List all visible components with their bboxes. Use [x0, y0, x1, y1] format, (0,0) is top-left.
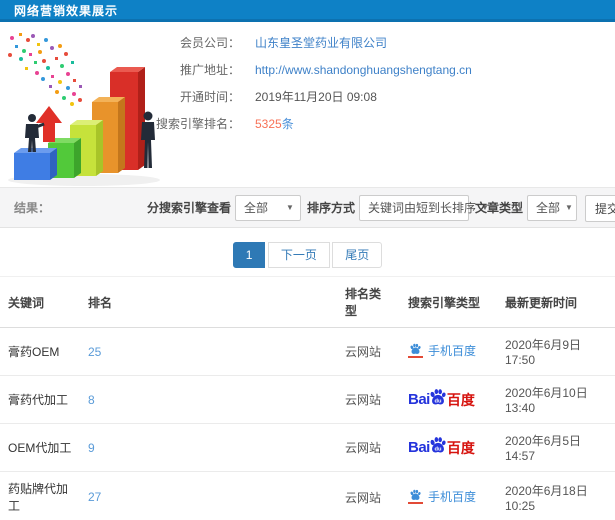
sort-select[interactable]: 关键词由短到长排序 ▼	[358, 194, 489, 221]
header-keyword: 关键词	[0, 276, 80, 328]
last-page-button[interactable]: 尾页	[332, 242, 383, 268]
table-row: 膏药OEM 25 云网站 手机百度 Bai du 百度 2020年6月9日 17	[0, 327, 615, 376]
submit-button[interactable]: 提交	[585, 195, 615, 222]
engine-logo: 手机百度 Bai du 百度	[408, 493, 476, 507]
filter-controls: 分搜索引擎查看 全部 ▼ 排序方式 关键词由短到长排序 ▼ 文章类型 全部 ▼	[145, 194, 577, 221]
updated-cell: 2020年6月10日 13:40	[497, 375, 615, 424]
baidu-cn-text: 百度	[446, 439, 475, 456]
rank-link[interactable]: 25	[88, 345, 101, 359]
engine-rank-row: 搜索引擎排名： 5325条	[148, 115, 615, 133]
rank-type-cell: 云网站	[337, 327, 400, 376]
keyword-cell: 药贴牌代加工	[0, 471, 80, 520]
next-page-button[interactable]: 下一页	[267, 242, 330, 268]
updated-cell: 2020年6月5日 14:57	[497, 423, 615, 472]
rank-cell: 8	[80, 375, 337, 424]
engine-type-cell: 手机百度 Bai du 百度	[400, 471, 497, 520]
member-company-link[interactable]: 山东皇圣堂药业有限公司	[255, 36, 387, 50]
table-row: 膏药代加工 8 云网站 手机百度 Bai du 百度 2020年6月10日 13	[0, 375, 615, 424]
engine-logo: 手机百度 Bai du 百度	[408, 390, 475, 410]
rank-type-cell: 云网站	[337, 423, 400, 472]
chevron-down-icon: ▼	[565, 203, 573, 212]
rank-type-cell: 云网站	[337, 375, 400, 424]
result-label: 结果：	[14, 201, 51, 215]
header-updated: 最新更新时间	[497, 276, 615, 328]
engine-logo: 手机百度 Bai du 百度	[408, 347, 476, 361]
header-rank-type: 排名类型	[337, 276, 400, 328]
promo-url-row: 推广地址： http://www.shandonghuangshengtang.…	[148, 61, 615, 79]
keyword-cell: 膏药OEM	[0, 327, 80, 376]
sort-label: 排序方式	[306, 201, 355, 215]
baidu-cn-text: 百度	[446, 391, 475, 408]
baidu-paw-icon: du	[429, 436, 447, 452]
header-rank: 排名	[80, 276, 337, 328]
article-type-selected: 全部	[536, 201, 561, 215]
header-engine-type: 搜索引擎类型	[400, 276, 497, 328]
promo-url-link[interactable]: http://www.shandonghuangshengtang.cn	[255, 63, 472, 77]
baidu-paw-icon: du	[429, 388, 447, 404]
mobile-baidu-logo: 手机百度	[408, 488, 476, 505]
engine-rank-count: 5325	[255, 117, 282, 131]
table-body: 膏药OEM 25 云网站 手机百度 Bai du 百度 2020年6月9日 17	[0, 327, 615, 520]
engine-view-selected: 全部	[243, 201, 268, 215]
engine-view-label: 分搜索引擎查看	[146, 201, 231, 215]
page-title: 网络营销效果展示	[0, 0, 615, 22]
rank-cell: 25	[80, 327, 337, 376]
baidu-du-text: du	[434, 398, 442, 404]
rank-cell: 9	[80, 423, 337, 472]
pagination: 1 下一页 尾页	[0, 228, 615, 276]
chevron-down-icon: ▼	[286, 203, 294, 212]
mobile-baidu-label: 手机百度	[428, 489, 477, 504]
engine-view-select[interactable]: 全部 ▼	[234, 194, 301, 221]
mobile-baidu-logo: 手机百度	[408, 342, 476, 359]
engine-rank-unit: 条	[281, 117, 294, 131]
sort-selected: 关键词由短到长排序	[367, 201, 476, 215]
table-row: OEM代加工 9 云网站 手机百度 Bai du 百度 2020年6月5日 14	[0, 423, 615, 472]
rank-cell: 27	[80, 471, 337, 520]
rank-type-cell: 云网站	[337, 471, 400, 520]
filter-bar: 结果： 分搜索引擎查看 全部 ▼ 排序方式 关键词由短到长排序 ▼ 文章类型 全…	[0, 187, 615, 228]
engine-type-cell: 手机百度 Bai du 百度	[400, 375, 497, 424]
baidu-bai-text: Bai	[408, 391, 430, 408]
article-type-select[interactable]: 全部 ▼	[527, 194, 577, 221]
member-info-section: 会员公司： 山东皇圣堂药业有限公司 推广地址： http://www.shand…	[0, 22, 615, 187]
baidu-paw-icon	[408, 489, 423, 504]
baidu-logo: Bai du 百度	[408, 438, 475, 458]
member-company-row: 会员公司： 山东皇圣堂药业有限公司	[148, 34, 615, 52]
keyword-cell: 膏药代加工	[0, 375, 80, 424]
updated-cell: 2020年6月9日 17:50	[497, 327, 615, 376]
bar-chart-illustration	[2, 30, 187, 188]
article-type-label: 文章类型	[474, 201, 523, 215]
page-1-button[interactable]: 1	[232, 242, 266, 268]
baidu-paw-icon	[408, 343, 423, 358]
mobile-baidu-label: 手机百度	[428, 344, 477, 358]
engine-logo: 手机百度 Bai du 百度	[408, 438, 475, 458]
confetti-dots	[8, 33, 82, 106]
engine-type-cell: 手机百度 Bai du 百度	[400, 423, 497, 472]
bar-blue	[14, 148, 57, 180]
baidu-logo: Bai du 百度	[408, 390, 475, 410]
baidu-du-text: du	[434, 446, 442, 452]
table-row: 药贴牌代加工 27 云网站 手机百度 Bai du 百度 2020年6月18日	[0, 471, 615, 520]
updated-cell: 2020年6月18日 10:25	[497, 471, 615, 520]
keyword-cell: OEM代加工	[0, 423, 80, 472]
baidu-bai-text: Bai	[408, 439, 430, 456]
rank-link[interactable]: 8	[88, 393, 95, 407]
growth-chart-image	[8, 33, 160, 186]
rank-link[interactable]: 27	[88, 490, 101, 504]
engine-type-cell: 手机百度 Bai du 百度	[400, 327, 497, 376]
results-table: 关键词 排名 排名类型 搜索引擎类型 最新更新时间 膏药OEM 25 云网站 手…	[0, 276, 615, 520]
open-time-row: 开通时间： 2019年11月20日 09:08	[148, 88, 615, 106]
table-header-row: 关键词 排名 排名类型 搜索引擎类型 最新更新时间	[0, 276, 615, 328]
open-time-value: 2019年11月20日 09:08	[255, 90, 377, 104]
member-info-rows: 会员公司： 山东皇圣堂药业有限公司 推广地址： http://www.shand…	[148, 22, 615, 133]
rank-link[interactable]: 9	[88, 441, 95, 455]
